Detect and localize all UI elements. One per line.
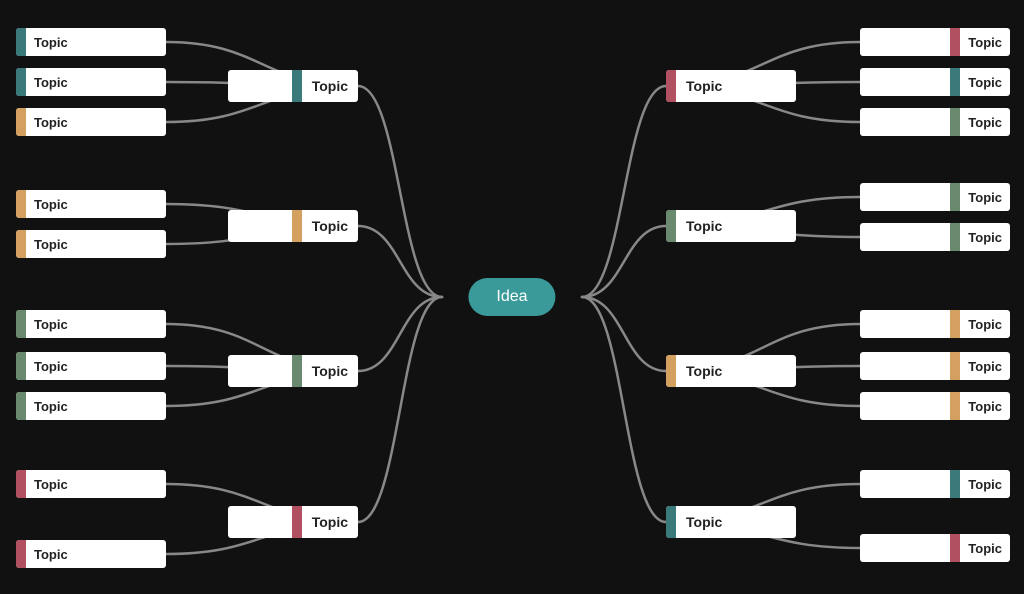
mid-topic-box[interactable]: Topic	[666, 355, 796, 387]
leaf-topic-box[interactable]: Topic	[860, 223, 1010, 251]
leaf-topic-box[interactable]: Topic	[860, 68, 1010, 96]
leaf-topic-box[interactable]: Topic	[16, 352, 166, 380]
leaf-topic-box[interactable]: Topic	[860, 534, 1010, 562]
leaf-topic-box[interactable]: Topic	[860, 183, 1010, 211]
leaf-topic-box[interactable]: Topic	[860, 470, 1010, 498]
leaf-topic-box[interactable]: Topic	[860, 392, 1010, 420]
leaf-topic-box[interactable]: Topic	[16, 540, 166, 568]
leaf-topic-box[interactable]: Topic	[860, 28, 1010, 56]
leaf-topic-box[interactable]: Topic	[16, 310, 166, 338]
mid-topic-box[interactable]: Topic	[228, 355, 358, 387]
mid-topic-box[interactable]: Topic	[228, 70, 358, 102]
mid-topic-box[interactable]: Topic	[228, 506, 358, 538]
leaf-topic-box[interactable]: Topic	[860, 108, 1010, 136]
mid-topic-box[interactable]: Topic	[666, 70, 796, 102]
mid-topic-box[interactable]: Topic	[666, 506, 796, 538]
leaf-topic-box[interactable]: Topic	[16, 68, 166, 96]
leaf-topic-box[interactable]: Topic	[860, 352, 1010, 380]
leaf-topic-box[interactable]: Topic	[16, 190, 166, 218]
leaf-topic-box[interactable]: Topic	[16, 470, 166, 498]
leaf-topic-box[interactable]: Topic	[16, 230, 166, 258]
leaf-topic-box[interactable]: Topic	[16, 28, 166, 56]
mid-topic-box[interactable]: Topic	[228, 210, 358, 242]
leaf-topic-box[interactable]: Topic	[860, 310, 1010, 338]
leaf-topic-box[interactable]: Topic	[16, 108, 166, 136]
center-label: Idea	[496, 288, 527, 305]
leaf-topic-box[interactable]: Topic	[16, 392, 166, 420]
mid-topic-box[interactable]: Topic	[666, 210, 796, 242]
center-node[interactable]: Idea	[468, 278, 555, 316]
